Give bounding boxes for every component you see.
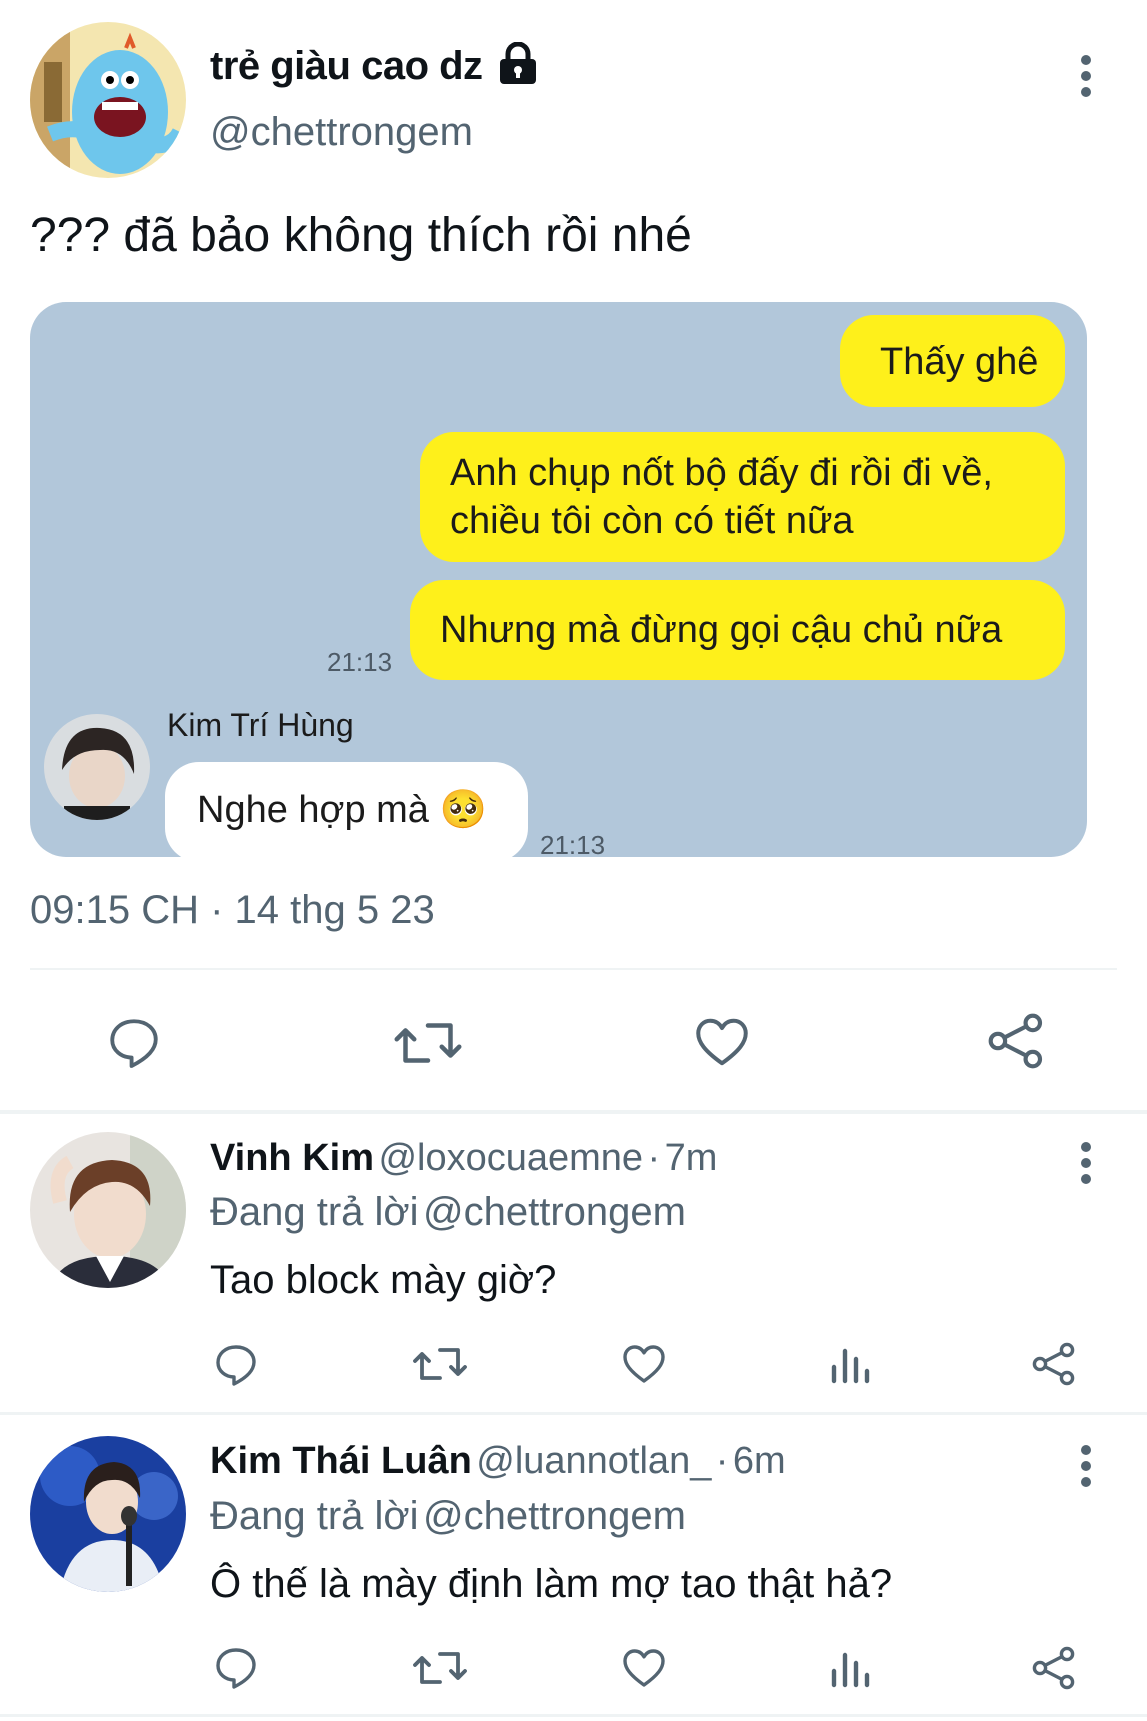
analytics-icon[interactable] [828, 1647, 872, 1691]
share-icon[interactable] [985, 1010, 1047, 1072]
chat-bubble-sent: Anh chụp nốt bộ đấy đi rồi đi về, chiều … [420, 432, 1065, 562]
replying-to-mention[interactable]: @chettrongem [423, 1190, 686, 1234]
chat-sent-time: 21:13 [327, 647, 393, 677]
reply-header: Kim Thái Luân @luannotlan_ · 6m [210, 1440, 786, 1483]
divider [30, 968, 1117, 970]
more-vertical-icon[interactable] [1076, 1141, 1096, 1185]
pleading-face-emoji: 🥺 [439, 789, 487, 831]
author-avatar[interactable] [30, 22, 186, 178]
retweet-icon[interactable] [412, 1644, 468, 1692]
more-vertical-icon[interactable] [1076, 54, 1096, 98]
reply-avatar[interactable] [30, 1132, 186, 1288]
reply-display-name[interactable]: Kim Thái Luân [210, 1440, 472, 1482]
replying-to-line: Đang trả lời @chettrongem [210, 1190, 686, 1235]
chat-contact-avatar [44, 714, 150, 820]
divider [0, 1714, 1147, 1717]
tweet-timestamp: 09:15 CH · 14 thg 5 23 [30, 888, 435, 932]
separator-dot: · [647, 1137, 661, 1179]
divider [0, 1412, 1147, 1415]
retweet-icon[interactable] [393, 1012, 463, 1074]
separator-dot: · [715, 1440, 729, 1482]
reply-handle[interactable]: @luannotlan_ [476, 1440, 711, 1482]
reply-text: Tao block mày giờ? [210, 1258, 557, 1302]
reply-age: 7m [664, 1137, 718, 1179]
divider [0, 1110, 1147, 1114]
lock-icon [497, 42, 539, 86]
like-icon[interactable] [692, 1012, 752, 1072]
reply-icon[interactable] [212, 1644, 260, 1692]
attached-image[interactable]: Thấy ghê Anh chụp nốt bộ đấy đi rồi đi v… [30, 302, 1087, 857]
chat-message-text: Thấy ghê [880, 341, 1039, 383]
replying-label: Đang trả lời [210, 1494, 419, 1538]
share-icon[interactable] [1030, 1644, 1078, 1692]
chat-contact-name: Kim Trí Hùng [167, 707, 354, 743]
tweet-text: ??? đã bảo không thích rồi nhé [30, 209, 692, 262]
chat-bubble-received: Nghe hợp mà 🥺 [165, 762, 528, 857]
chat-message-line: Anh chụp nốt bộ đấy đi rồi đi về, [450, 452, 993, 494]
replying-to-mention[interactable]: @chettrongem [423, 1494, 686, 1538]
chat-message-line: chiều tôi còn có tiết nữa [450, 500, 854, 542]
reply-handle[interactable]: @loxocuaemne [378, 1137, 643, 1179]
reply-display-name[interactable]: Vinh Kim [210, 1137, 374, 1179]
like-icon[interactable] [620, 1644, 668, 1692]
reply-icon[interactable] [105, 1014, 163, 1072]
reply-header: Vinh Kim @loxocuaemne · 7m [210, 1137, 717, 1180]
reply-age: 6m [732, 1440, 786, 1482]
replying-to-line: Đang trả lời @chettrongem [210, 1494, 686, 1539]
analytics-icon[interactable] [828, 1343, 872, 1387]
chat-bubble-sent: Nhưng mà đừng gọi cậu chủ nữa [410, 580, 1065, 680]
reply-avatar[interactable] [30, 1436, 186, 1592]
chat-message-text: Nhưng mà đừng gọi cậu chủ nữa [440, 609, 1003, 651]
retweet-icon[interactable] [412, 1340, 468, 1388]
chat-message-text: Nghe hợp mà [197, 789, 429, 831]
reply-icon[interactable] [212, 1341, 260, 1389]
reply-text: Ô thế là mày định làm mợ tao thật hả? [210, 1562, 893, 1606]
more-vertical-icon[interactable] [1076, 1444, 1096, 1488]
author-handle[interactable]: @chettrongem [210, 110, 473, 155]
author-display-name[interactable]: trẻ giàu cao dz [210, 44, 483, 89]
like-icon[interactable] [620, 1340, 668, 1388]
chat-received-time: 21:13 [540, 830, 606, 857]
replying-label: Đang trả lời [210, 1190, 419, 1234]
share-icon[interactable] [1030, 1340, 1078, 1388]
chat-bubble-sent: Thấy ghê [840, 315, 1065, 407]
